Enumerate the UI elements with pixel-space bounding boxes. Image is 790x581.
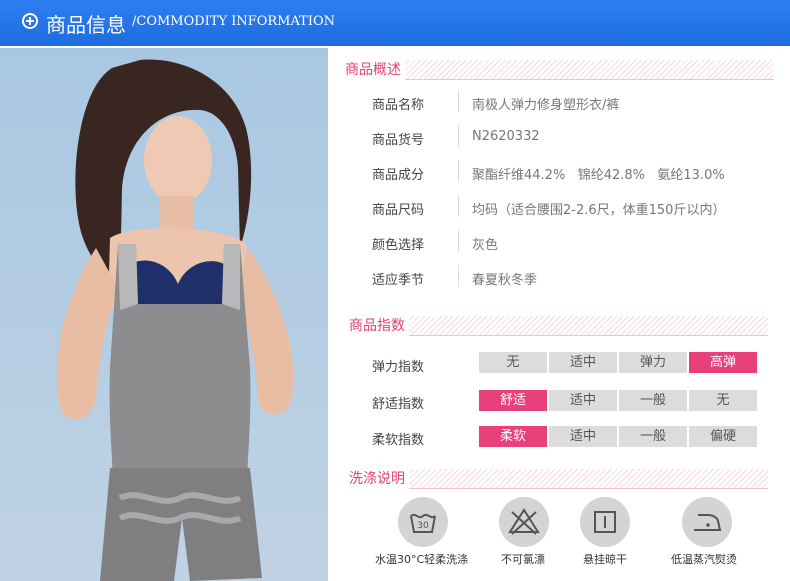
elasticity-label: 弹力指数 (372, 360, 425, 375)
size-value: 均码（适合腰围2-2.6尺，体重150斤以内） (472, 203, 726, 218)
divider (458, 90, 459, 112)
hang-dry-icon (580, 497, 630, 547)
washing-section-heading: 洗涤说明 (345, 469, 768, 489)
season-label: 适应季节 (372, 273, 425, 288)
comfort-label: 舒适指数 (372, 397, 425, 412)
wash-30-icon: 30 (398, 497, 448, 547)
elasticity-option: 无 (479, 352, 547, 373)
softness-option: 一般 (619, 426, 687, 447)
heading-stripes (341, 60, 774, 80)
season-value: 春夏秋冬季 (472, 273, 538, 288)
index-section-heading: 商品指数 (345, 316, 768, 336)
wash-temperature-text: 30 (417, 521, 429, 531)
composition-label: 商品成分 (372, 168, 425, 183)
softness-label: 柔软指数 (372, 433, 425, 448)
plus-circle-icon (22, 13, 38, 29)
comfort-option: 适中 (549, 390, 617, 411)
iron-label: 低温蒸汽熨烫 (671, 553, 737, 566)
washing-title: 洗涤说明 (345, 469, 409, 489)
comfort-option: 无 (689, 390, 757, 411)
index-title: 商品指数 (345, 316, 409, 336)
comfort-option-selected: 舒适 (479, 390, 547, 411)
elasticity-option-selected: 高弹 (689, 352, 757, 373)
elasticity-option: 弹力 (619, 352, 687, 373)
low-steam-iron-icon (682, 497, 732, 547)
composition-value: 聚酯纤维44.2% 锦纶42.8% 氨纶13.0% (472, 168, 725, 183)
overview-title: 商品概述 (341, 60, 405, 80)
product-name-label: 商品名称 (372, 98, 425, 113)
hang-dry-label: 悬挂晾干 (583, 553, 627, 566)
divider (458, 265, 459, 287)
softness-option-selected: 柔软 (479, 426, 547, 447)
softness-option: 偏硬 (689, 426, 757, 447)
section-subtitle: /COMMODITY INFORMATION (132, 14, 336, 29)
divider (458, 230, 459, 252)
section-title: 商品信息 (46, 13, 126, 37)
section-header: 商品信息 /COMMODITY INFORMATION (0, 0, 790, 46)
product-name-value: 南极人弹力修身塑形衣/裤 (472, 98, 620, 113)
comfort-option: 一般 (619, 390, 687, 411)
divider (458, 160, 459, 182)
color-label: 颜色选择 (372, 238, 425, 253)
product-sku-label: 商品货号 (372, 133, 425, 148)
product-photo (0, 48, 328, 581)
divider (458, 195, 459, 217)
wash-label: 水温30°C轻柔洗涤 (375, 553, 469, 566)
divider (458, 125, 459, 147)
elasticity-option: 适中 (549, 352, 617, 373)
no-bleach-label: 不可氯漂 (501, 553, 545, 566)
no-bleach-icon (499, 497, 549, 547)
color-value: 灰色 (472, 238, 499, 253)
size-label: 商品尺码 (372, 203, 425, 218)
overview-section-heading: 商品概述 (341, 60, 774, 80)
softness-option: 适中 (549, 426, 617, 447)
product-sku-value: N2620332 (472, 129, 540, 144)
heading-underline (341, 79, 774, 80)
